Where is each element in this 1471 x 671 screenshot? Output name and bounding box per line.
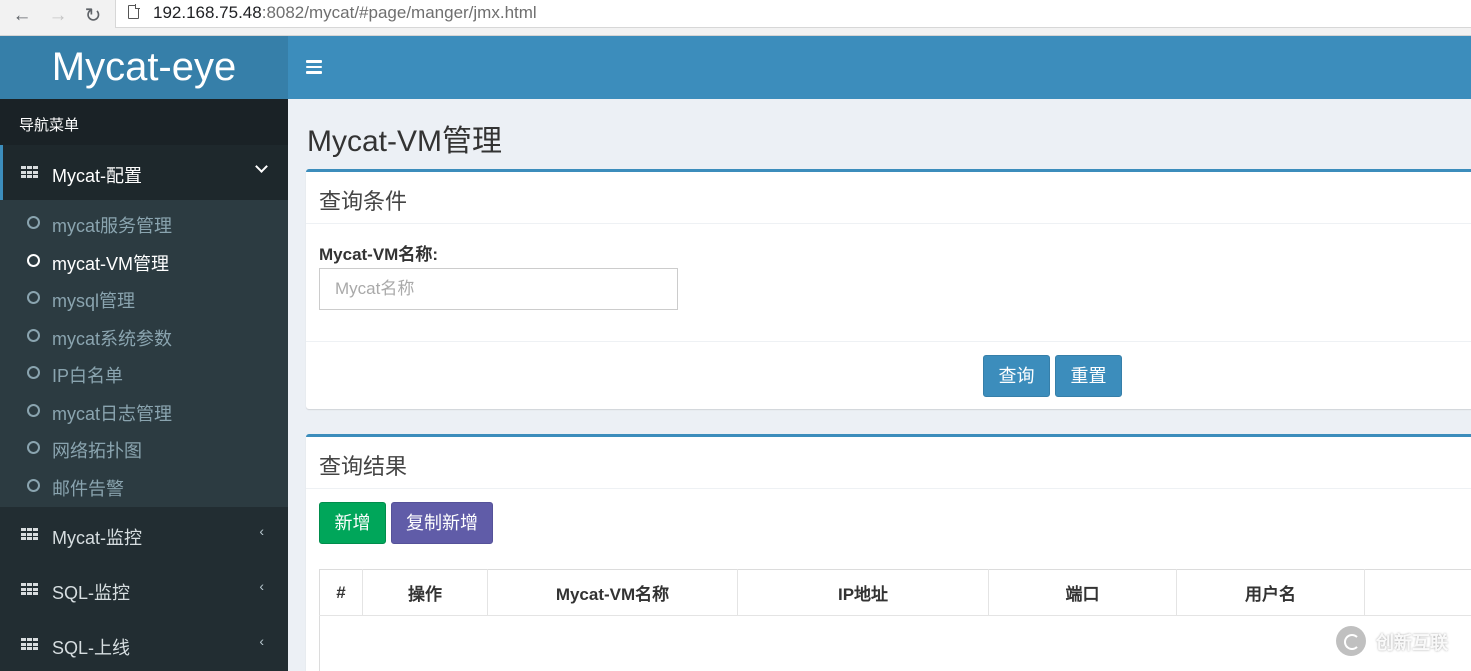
- chevron-left-icon: ‹: [259, 633, 264, 649]
- sidebar-group-label: SQL-监控: [52, 583, 131, 603]
- chevron-down-icon: [255, 160, 268, 173]
- sidebar-group-mycat-config[interactable]: Mycat-配置: [0, 145, 288, 200]
- sidebar-group-label: Mycat-配置: [52, 166, 142, 186]
- add-button[interactable]: 新增: [319, 502, 386, 544]
- back-arrow-icon[interactable]: ←: [9, 3, 35, 29]
- sidebar-group-label: SQL-上线: [52, 638, 131, 658]
- sidebar-item-mycat-service[interactable]: mycat服务管理: [0, 205, 288, 243]
- table-header-row: # 操作 Mycat-VM名称 IP地址 端口 用户名: [319, 569, 1471, 616]
- sidebar-header: 导航菜单: [0, 99, 288, 145]
- box-title: 查询条件: [319, 189, 408, 214]
- top-navbar: [288, 36, 1471, 99]
- column-header[interactable]: IP地址: [737, 569, 989, 616]
- field-label: Mycat-VM名称:: [319, 245, 439, 264]
- chevron-left-icon: ‹: [259, 578, 264, 594]
- sidebar-item-ip-whitelist[interactable]: IP白名单: [0, 355, 288, 393]
- sidebar-item-label: mycat系统参数: [52, 328, 173, 349]
- browser-toolbar: ← → ↻ 192.168.75.48:8082/mycat/#page/man…: [0, 0, 1471, 36]
- reset-button[interactable]: 重置: [1055, 355, 1122, 397]
- query-button[interactable]: 查询: [983, 355, 1050, 397]
- sidebar-item-topology[interactable]: 网络拓扑图: [0, 430, 288, 468]
- copy-add-button[interactable]: 复制新增: [391, 502, 493, 544]
- sidebar-group-mycat-monitor[interactable]: Mycat-监控 ‹: [0, 507, 288, 562]
- grid-icon: [21, 583, 38, 596]
- watermark-text: 创新互联: [1376, 633, 1448, 653]
- circle-icon: [27, 328, 40, 342]
- table-row: [320, 616, 1471, 671]
- sidebar: 导航菜单 Mycat-配置 mycat服务管理 mycat-VM管理 mysql…: [0, 99, 288, 671]
- grid-icon: [21, 638, 38, 651]
- sidebar-item-label: 邮件告警: [52, 478, 124, 499]
- table-cell: [320, 616, 1471, 671]
- circle-icon: [27, 366, 40, 379]
- address-bar[interactable]: 192.168.75.48:8082/mycat/#page/manger/jm…: [115, 0, 1471, 28]
- sidebar-item-label: 网络拓扑图: [52, 441, 142, 461]
- column-header[interactable]: #: [319, 569, 363, 616]
- column-header[interactable]: 操作: [362, 569, 488, 616]
- reload-icon[interactable]: ↻: [80, 3, 106, 29]
- circle-icon: [27, 441, 40, 454]
- sidebar-item-label: IP白名单: [52, 366, 124, 386]
- divider: [306, 223, 1471, 224]
- url-text[interactable]: 192.168.75.48:8082/mycat/#page/manger/jm…: [153, 3, 537, 23]
- sidebar-item-label: mycat日志管理: [52, 403, 173, 424]
- page-title: Mycat-VM管理: [307, 125, 502, 158]
- sidebar-item-label: mycat服务管理: [52, 216, 173, 236]
- url-host: 192.168.75.48: [153, 3, 262, 22]
- sidebar-item-system-params[interactable]: mycat系统参数: [0, 318, 288, 356]
- sidebar-group-sql-online[interactable]: SQL-上线 ‹: [0, 617, 288, 671]
- column-header[interactable]: 端口: [988, 569, 1177, 616]
- circle-icon: [27, 253, 40, 267]
- grid-icon: [21, 166, 38, 179]
- circle-icon: [27, 216, 40, 229]
- results-table: # 操作 Mycat-VM名称 IP地址 端口 用户名: [319, 569, 1471, 671]
- sidebar-item-mysql[interactable]: mysql管理: [0, 280, 288, 318]
- watermark: 创新互联: [1336, 624, 1471, 658]
- sidebar-toggle-icon[interactable]: [306, 60, 322, 74]
- column-header[interactable]: 用户名: [1176, 569, 1365, 616]
- grid-icon: [21, 528, 38, 541]
- sidebar-group-label: Mycat-监控: [52, 528, 142, 548]
- sidebar-item-label: mysql管理: [52, 291, 136, 311]
- circle-icon: [27, 403, 40, 417]
- watermark-logo-icon: [1336, 626, 1366, 656]
- sidebar-item-logs[interactable]: mycat日志管理: [0, 393, 288, 431]
- query-conditions-box: 查询条件 Mycat-VM名称: 查询 重置: [306, 169, 1471, 409]
- column-header[interactable]: Mycat-VM名称: [487, 569, 738, 616]
- sidebar-group-sql-monitor[interactable]: SQL-监控 ‹: [0, 562, 288, 617]
- circle-icon: [27, 478, 40, 492]
- box-title: 查询结果: [319, 454, 408, 479]
- sidebar-item-mycat-vm[interactable]: mycat-VM管理: [0, 243, 288, 281]
- submenu-mycat-config: mycat服务管理 mycat-VM管理 mysql管理 mycat系统参数 I…: [0, 200, 288, 507]
- query-results-box: 查询结果 新增 复制新增 # 操作 Mycat-VM名称 IP地址 端口 用户名: [306, 434, 1471, 671]
- circle-icon: [27, 291, 40, 304]
- sidebar-item-email-alert[interactable]: 邮件告警: [0, 468, 288, 506]
- sidebar-item-label: mycat-VM管理: [52, 253, 169, 274]
- url-path: :8082/mycat/#page/manger/jmx.html: [261, 3, 537, 22]
- mycat-name-input[interactable]: [319, 268, 678, 310]
- divider: [306, 488, 1471, 489]
- divider: [306, 341, 1471, 342]
- chevron-left-icon: ‹: [259, 523, 264, 539]
- column-header[interactable]: [1364, 569, 1471, 616]
- page-icon: [128, 4, 140, 19]
- forward-arrow-icon[interactable]: →: [45, 3, 71, 29]
- app-logo[interactable]: Mycat-eye: [0, 36, 288, 99]
